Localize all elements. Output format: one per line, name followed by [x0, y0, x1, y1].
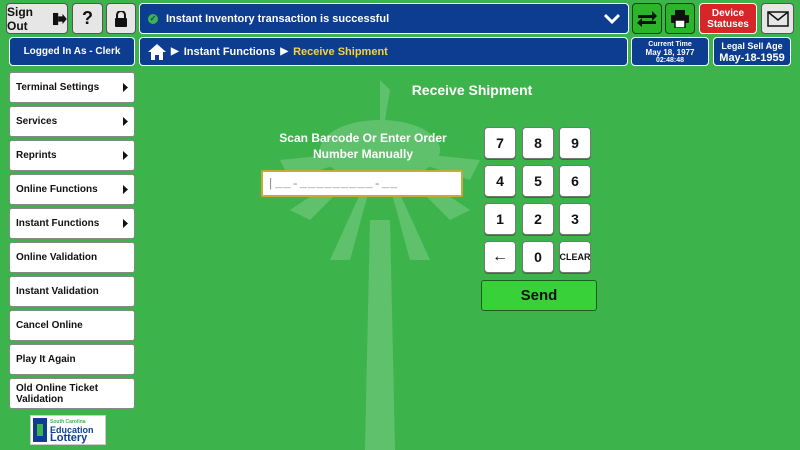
barcode-input[interactable]: |__-_________-__	[261, 170, 463, 197]
sidebar-item-old-online-ticket-validation[interactable]: Old Online Ticket Validation	[9, 378, 135, 409]
sidebar-item-label: Instant Validation	[16, 286, 99, 297]
sidebar-item-label: Online Functions	[16, 184, 98, 195]
backspace-key[interactable]: ←	[484, 241, 516, 273]
sign-out-button[interactable]: Sign Out	[6, 3, 68, 34]
success-icon: ✓	[148, 13, 158, 24]
sidebar-item-label: Services	[16, 116, 58, 127]
chevron-right-icon	[123, 117, 128, 129]
clear-key[interactable]: CLEAR	[559, 241, 591, 273]
sidebar-item-label: Play It Again	[16, 354, 76, 365]
sidebar-item-terminal-settings[interactable]: Terminal Settings	[9, 72, 135, 103]
sidebar-item-label: Old Online Ticket Validation	[16, 382, 99, 405]
key-7[interactable]: 7	[484, 127, 516, 159]
key-3[interactable]: 3	[559, 203, 591, 235]
legal-sell-age-date: May-18-1959	[719, 52, 785, 64]
messages-button[interactable]	[761, 3, 794, 34]
scan-prompt: Scan Barcode Or Enter Order Number Manua…	[279, 131, 447, 161]
sidebar-item-online-functions[interactable]: Online Functions	[9, 174, 135, 205]
key-8[interactable]: 8	[522, 127, 554, 159]
breadcrumb-separator: ▶	[280, 46, 289, 57]
legal-sell-age-box: Legal Sell Age May-18-1959	[713, 37, 791, 66]
sidebar-item-play-it-again[interactable]: Play It Again	[9, 344, 135, 375]
sidebar-item-online-validation[interactable]: Online Validation	[9, 242, 135, 273]
sidebar-item-label: Terminal Settings	[16, 82, 100, 93]
key-4[interactable]: 4	[484, 165, 516, 197]
logged-in-badge: Logged In As - Clerk	[9, 37, 135, 66]
breadcrumb-item-receive-shipment: Receive Shipment	[293, 45, 388, 58]
arrow-left-icon: ←	[492, 248, 508, 265]
sidebar-item-label: Online Validation	[16, 252, 98, 263]
sidebar-item-cancel-online[interactable]: Cancel Online	[9, 310, 135, 341]
sidebar-item-services[interactable]: Services	[9, 106, 135, 137]
page-title: Receive Shipment	[411, 82, 533, 98]
sidebar-item-label: Reprints	[16, 150, 57, 161]
transfer-button[interactable]	[632, 3, 662, 34]
device-statuses-label: Device Statuses	[707, 7, 749, 30]
chevron-right-icon	[123, 185, 128, 197]
sidebar-item-instant-functions[interactable]: Instant Functions	[9, 208, 135, 239]
legal-sell-age-label: Legal Sell Age	[721, 41, 783, 51]
key-1[interactable]: 1	[484, 203, 516, 235]
breadcrumb-separator: ▶	[171, 46, 179, 57]
notification-text: Instant Inventory transaction is success…	[166, 12, 390, 25]
lock-button[interactable]	[106, 3, 136, 34]
current-date: May 18, 1977	[645, 48, 695, 57]
logo-mark	[33, 418, 47, 442]
breadcrumb-item-instant-functions[interactable]: Instant Functions	[184, 46, 276, 58]
chevron-right-icon	[123, 151, 128, 163]
current-time-box: Current Time May 18, 1977 02:48:48	[631, 37, 709, 66]
education-lottery-logo: South Carolina Education Lottery	[30, 415, 106, 445]
key-0[interactable]: 0	[522, 241, 554, 273]
logo-text-line3: Lottery	[50, 432, 88, 444]
chevron-down-icon[interactable]	[602, 8, 622, 30]
lock-icon	[115, 10, 127, 27]
key-2[interactable]: 2	[522, 203, 554, 235]
device-statuses-button[interactable]: Device Statuses	[699, 3, 757, 34]
sign-out-label: Sign Out	[7, 4, 33, 33]
notification-bar[interactable]: ✓ Instant Inventory transaction is succe…	[139, 3, 629, 34]
palm-tree-watermark	[280, 80, 480, 450]
sidebar-item-reprints[interactable]: Reprints	[9, 140, 135, 171]
current-clock: 02:48:48	[655, 57, 685, 64]
envelope-icon	[766, 10, 789, 27]
sign-out-icon	[53, 12, 67, 25]
swap-arrows-icon	[637, 10, 657, 27]
help-icon: ?	[82, 8, 93, 28]
key-6[interactable]: 6	[559, 165, 591, 197]
sidebar-item-instant-validation[interactable]: Instant Validation	[9, 276, 135, 307]
printer-icon	[671, 9, 689, 28]
chevron-right-icon	[123, 219, 128, 231]
sidebar-item-label: Cancel Online	[16, 320, 83, 331]
key-9[interactable]: 9	[559, 127, 591, 159]
sidebar-item-label: Instant Functions	[16, 218, 100, 229]
send-button[interactable]: Send	[481, 280, 597, 311]
key-5[interactable]: 5	[522, 165, 554, 197]
breadcrumb: ▶ Instant Functions ▶ Receive Shipment	[139, 37, 628, 66]
help-button[interactable]: ?	[72, 3, 103, 34]
print-button[interactable]	[665, 3, 695, 34]
chevron-right-icon	[123, 83, 128, 95]
logged-in-text: Logged In As - Clerk	[23, 46, 121, 57]
home-icon[interactable]	[148, 43, 166, 60]
